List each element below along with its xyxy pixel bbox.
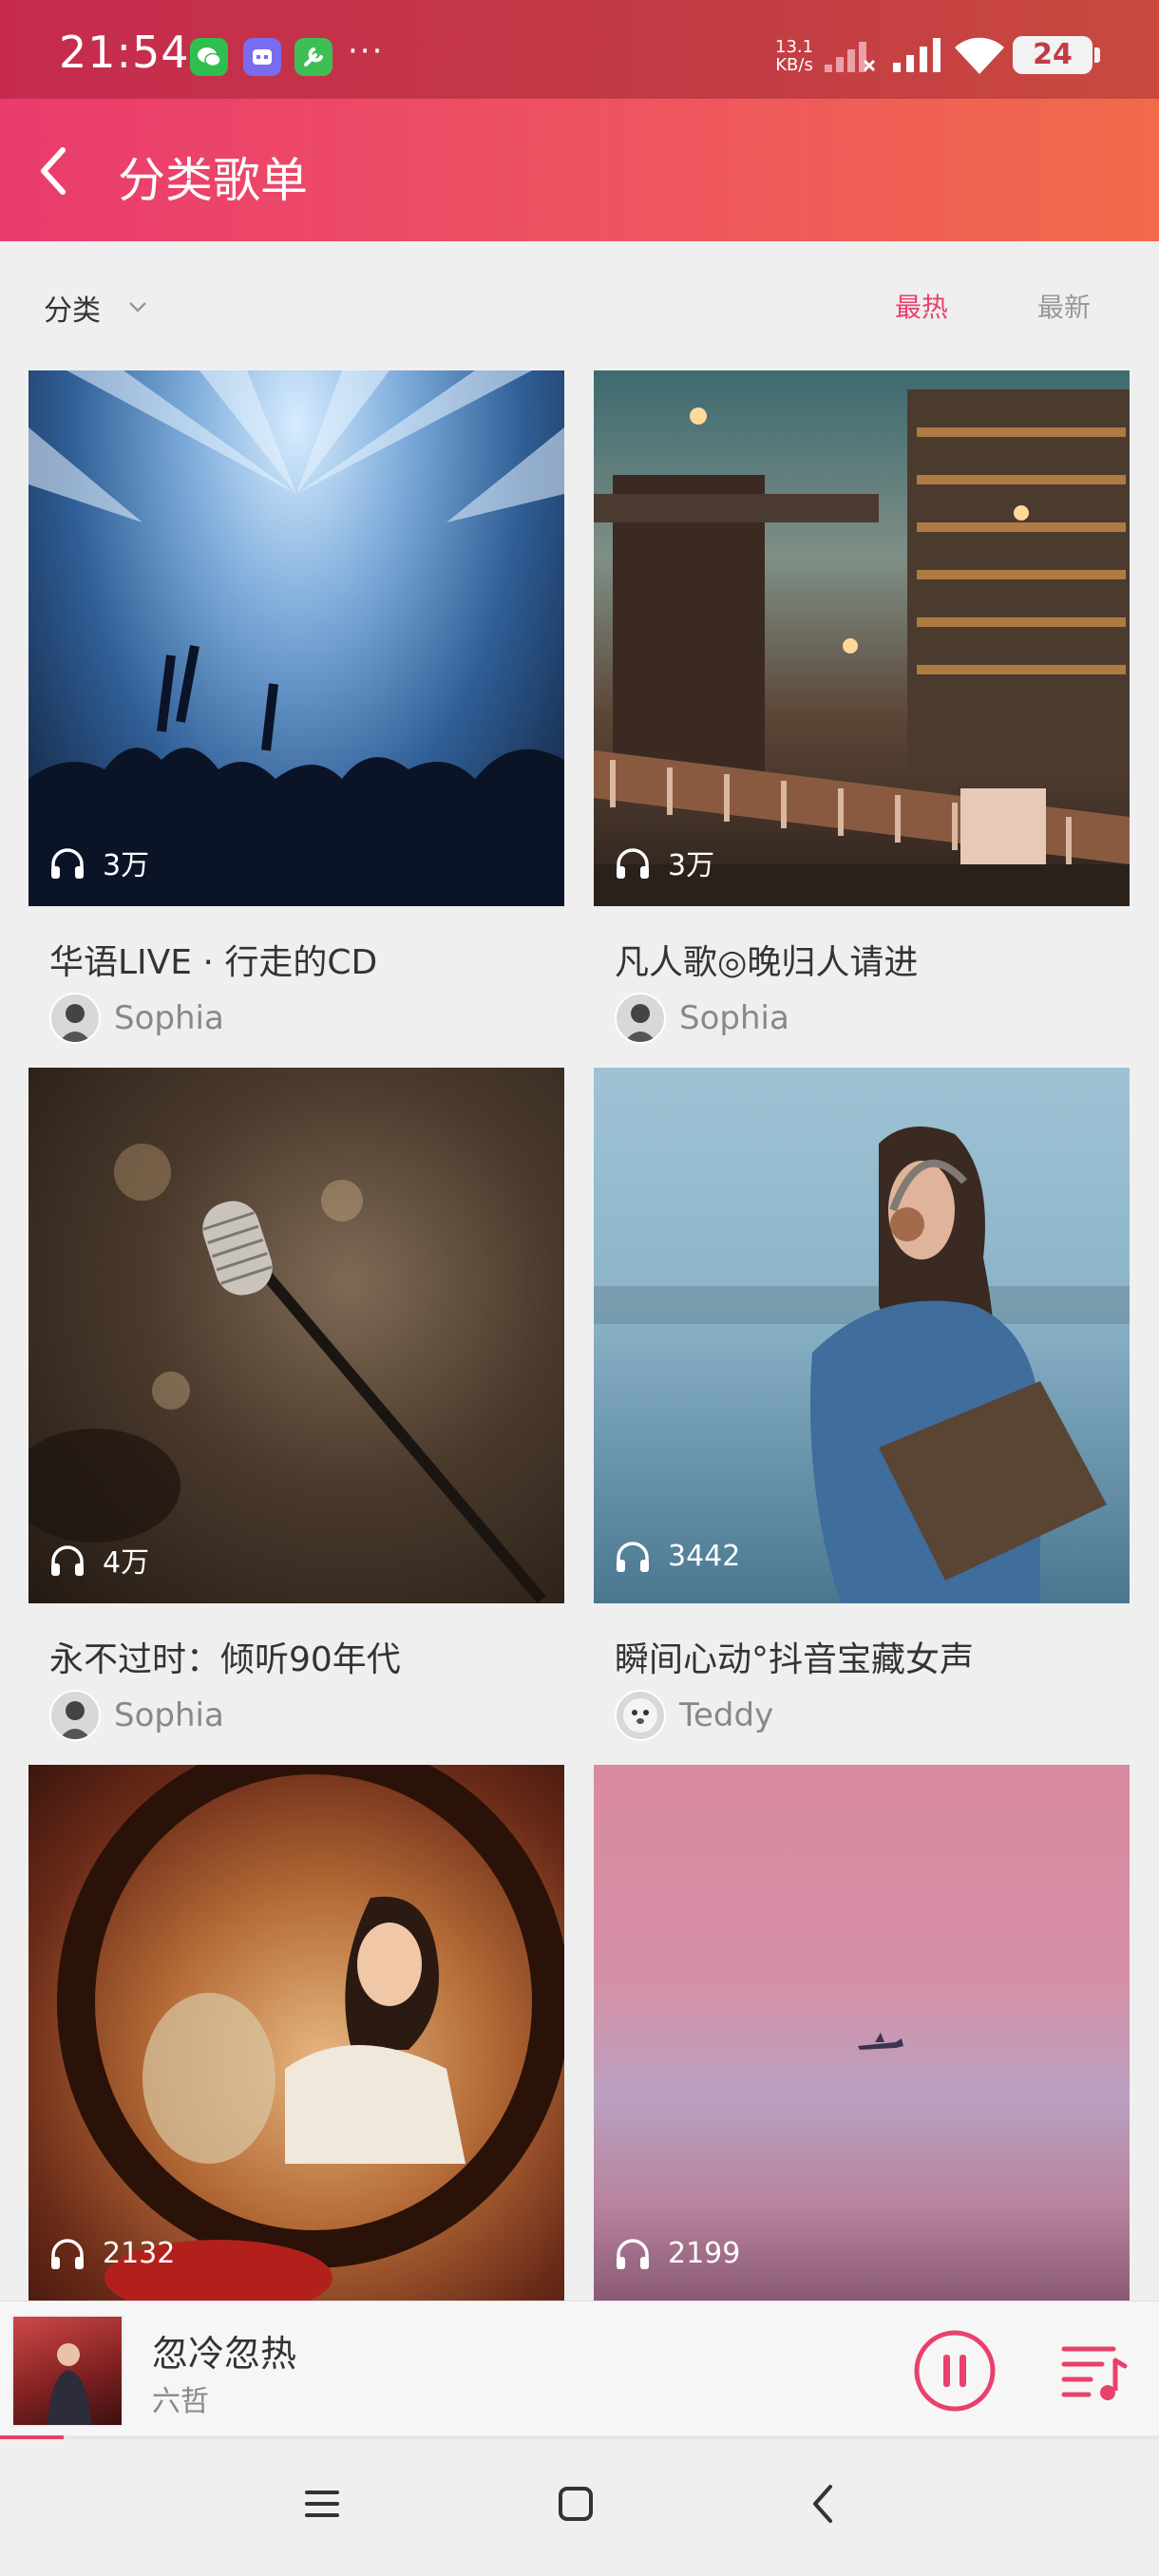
play-count-value: 3万 — [668, 849, 715, 882]
pause-button[interactable] — [912, 2328, 998, 2414]
headphones-icon — [617, 1542, 649, 1572]
playlist-cover[interactable] — [594, 1765, 1130, 2301]
play-count-value: 2199 — [668, 2236, 741, 2270]
tool-icon — [294, 38, 332, 76]
sort-hot-tab[interactable]: 最热 — [895, 287, 948, 325]
playlist-author[interactable]: Teddy — [615, 1689, 773, 1742]
avatar — [615, 1690, 666, 1741]
play-count-value: 4万 — [103, 1546, 150, 1580]
network-speed: 13.1 KB/s — [775, 38, 813, 74]
network-speed-unit: KB/s — [775, 55, 813, 75]
page-title: 分类歌单 — [118, 153, 308, 208]
play-count: 3万 — [615, 842, 714, 883]
play-count: 2199 — [615, 2236, 740, 2270]
status-bar: 21:54 ··· 13.1 KB/s 24 — [0, 0, 1159, 99]
author-name: Sophia — [679, 999, 789, 1037]
playlist-author[interactable]: Sophia — [615, 992, 789, 1045]
city-night-cover-image — [594, 389, 1130, 906]
wifi-icon — [955, 37, 1004, 74]
avatar — [49, 993, 101, 1044]
now-playing-artist: 六哲 — [152, 2385, 209, 2418]
play-count: 3万 — [49, 842, 149, 883]
clock: 21:54 — [59, 27, 190, 78]
concert-cover-image — [28, 370, 564, 906]
pink-sky-cover-image — [858, 2033, 903, 2050]
filter-row: 分类 最热 最新 — [0, 241, 1159, 370]
more-notifications-icon: ··· — [348, 32, 385, 70]
network-speed-value: 13.1 — [775, 37, 814, 57]
headphones-icon — [51, 1545, 84, 1576]
play-count: 4万 — [49, 1539, 149, 1581]
headphones-icon — [51, 848, 84, 879]
playlist-cover[interactable] — [594, 1068, 1130, 1603]
playlist-title[interactable]: 永不过时：倾听90年代 — [49, 1632, 401, 1681]
headphones-girl-cover-image — [594, 1127, 1130, 1603]
author-name: Sophia — [114, 1696, 224, 1734]
menu-icon[interactable] — [304, 2485, 340, 2523]
microphone-cover-image — [28, 1144, 546, 1603]
avatar — [49, 1690, 101, 1741]
sort-new-tab[interactable]: 最新 — [1037, 287, 1091, 325]
mirror-portrait-cover-image — [57, 1765, 564, 2301]
author-name: Teddy — [679, 1696, 774, 1734]
now-playing-title[interactable]: 忽冷忽热 — [152, 2324, 296, 2377]
category-dropdown[interactable]: 分类 — [44, 287, 101, 329]
playlist-title[interactable]: 瞬间心动°抖音宝藏女声 — [615, 1632, 974, 1681]
headphones-icon — [617, 848, 649, 879]
signal-icon — [825, 42, 876, 72]
mini-player[interactable]: 忽冷忽热 六哲 — [0, 2301, 1159, 2437]
playlist-title[interactable]: 凡人歌◎晚归人请进 — [615, 935, 918, 984]
battery-icon: 24 — [1013, 36, 1092, 74]
playlist-cover[interactable] — [28, 370, 564, 906]
playlist-queue-icon[interactable] — [1060, 2336, 1129, 2404]
play-count-value: 3万 — [103, 849, 150, 882]
game-icon — [243, 38, 281, 76]
chevron-down-icon[interactable] — [127, 300, 148, 313]
back-icon[interactable] — [806, 2481, 840, 2527]
playlist-author[interactable]: Sophia — [49, 1689, 224, 1742]
battery-tip — [1094, 47, 1100, 63]
wechat-icon — [190, 38, 228, 76]
play-count-value: 2132 — [103, 2236, 176, 2270]
play-count: 2132 — [49, 2236, 175, 2270]
signal-icon — [893, 38, 940, 72]
back-button[interactable] — [25, 141, 86, 201]
playlist-cover[interactable] — [28, 1765, 564, 2301]
play-count-value: 3442 — [668, 1539, 741, 1573]
play-count: 3442 — [615, 1539, 740, 1573]
title-bar: 分类歌单 — [0, 99, 1159, 241]
headphones-icon — [617, 2239, 649, 2269]
home-icon[interactable] — [555, 2483, 597, 2525]
playlist-cover[interactable] — [594, 370, 1130, 906]
playlist-cover[interactable] — [28, 1068, 564, 1603]
playlist-title[interactable]: 华语LIVE · 行走的CD — [49, 935, 377, 984]
playlist-author[interactable]: Sophia — [49, 992, 224, 1045]
headphones-icon — [51, 2239, 84, 2269]
author-name: Sophia — [114, 999, 224, 1037]
now-playing-cover[interactable] — [11, 2315, 124, 2427]
system-nav-bar — [0, 2439, 1159, 2576]
avatar — [615, 993, 666, 1044]
